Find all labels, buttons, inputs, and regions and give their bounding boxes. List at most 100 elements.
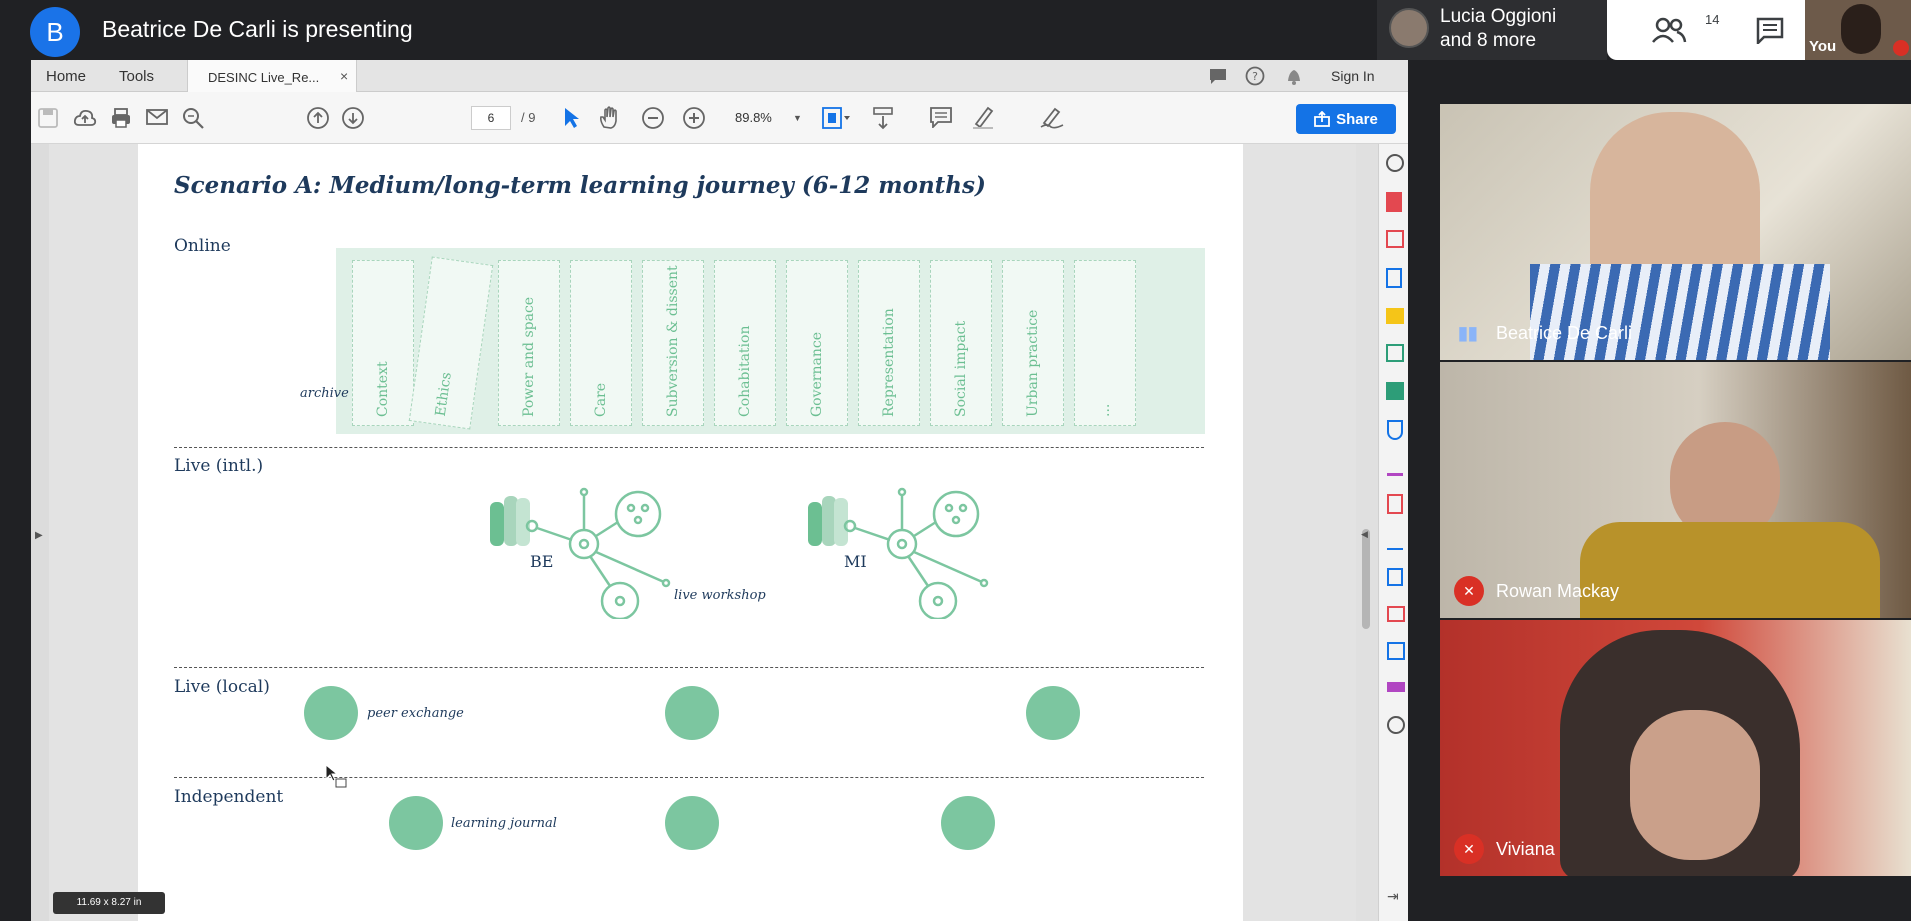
group-label-mi: MI xyxy=(844,552,867,571)
document-tab-title: DESINC Live_Re... xyxy=(208,70,320,85)
page-number-input[interactable]: 6 xyxy=(471,106,511,130)
scan-icon[interactable] xyxy=(1386,382,1404,400)
video-tile[interactable]: ✕ Rowan Mackay xyxy=(1440,362,1911,618)
more-tools-icon[interactable] xyxy=(1387,716,1405,734)
page-total: / 9 xyxy=(521,110,536,125)
menu-home[interactable]: Home xyxy=(46,68,86,85)
right-tools-pane: ⇥ xyxy=(1378,144,1408,921)
learning-journal-label: learning journal xyxy=(451,816,557,831)
row-divider xyxy=(174,447,1204,448)
zoom-value: 89.8% xyxy=(735,110,772,125)
next-page-icon[interactable] xyxy=(341,106,365,130)
participant-name: Rowan Mackay xyxy=(1496,581,1620,601)
scenario-title: Scenario A: Medium/long-term learning jo… xyxy=(174,172,986,199)
mic-off-icon: ✕ xyxy=(1454,834,1484,864)
help-icon[interactable]: ? xyxy=(1245,66,1265,86)
hand-tool-icon[interactable] xyxy=(597,105,621,131)
left-panel-toggle[interactable]: ▶ xyxy=(31,144,49,921)
self-video-tile[interactable]: You xyxy=(1805,0,1911,60)
sign-pen-icon[interactable] xyxy=(1039,105,1065,129)
module-card: ... xyxy=(1074,260,1136,426)
expand-panel-icon: ▶ xyxy=(35,530,43,541)
print-icon[interactable] xyxy=(110,107,132,129)
compare-icon[interactable] xyxy=(1387,642,1405,660)
email-icon[interactable] xyxy=(146,108,168,126)
fill-sign-icon[interactable] xyxy=(1387,458,1403,476)
comments-icon[interactable] xyxy=(1208,67,1228,85)
select-cursor-icon[interactable] xyxy=(561,106,581,130)
zoom-in-icon[interactable] xyxy=(682,106,706,130)
organize-pages-icon[interactable] xyxy=(1386,344,1404,362)
bell-icon[interactable] xyxy=(1285,66,1303,86)
scroll-mode-icon[interactable] xyxy=(871,106,895,130)
chat-icon[interactable] xyxy=(1755,16,1785,44)
pdf-page: Scenario A: Medium/long-term learning jo… xyxy=(138,144,1243,921)
share-button[interactable]: Share xyxy=(1296,104,1396,134)
comment-icon[interactable] xyxy=(929,106,953,128)
participant-face xyxy=(1630,710,1760,860)
module-label: Context xyxy=(375,361,391,417)
archive-label: archive xyxy=(300,386,349,401)
people-icon[interactable] xyxy=(1651,16,1687,44)
module-label: Social impact xyxy=(953,320,969,417)
video-tile[interactable]: ✕ Viviana xyxy=(1440,620,1911,876)
video-tile[interactable]: ▮▮ Beatrice De Carli xyxy=(1440,104,1911,360)
request-signature-icon[interactable] xyxy=(1387,532,1403,550)
learning-journal-icon xyxy=(941,796,995,850)
zoom-out-icon[interactable] xyxy=(641,106,665,130)
participant-name: Lucia Oggioni xyxy=(1440,6,1557,27)
print-production-icon[interactable] xyxy=(1387,606,1405,622)
row-label-live-local: Live (local) xyxy=(174,677,270,697)
acrobat-window: Home Tools DESINC Live_Re... × ? Sign In… xyxy=(31,60,1408,921)
comment-tool-icon[interactable] xyxy=(1386,308,1404,324)
peer-exchange-icon xyxy=(304,686,358,740)
search-icon[interactable] xyxy=(181,106,205,130)
module-card: Representation xyxy=(858,260,920,426)
live-workshop-label: live workshop xyxy=(674,588,766,603)
collapse-pane-icon[interactable]: ⇥ xyxy=(1387,888,1399,905)
svg-text:?: ? xyxy=(1252,70,1258,83)
highlight-pen-icon[interactable] xyxy=(971,105,995,129)
zoom-tool-icon[interactable] xyxy=(1386,154,1404,172)
row-label-independent: Independent xyxy=(174,787,284,807)
combine-files-icon[interactable] xyxy=(1386,230,1404,248)
edit-pdf-icon[interactable] xyxy=(1387,494,1403,514)
participants-names: Lucia Oggioni and 8 more xyxy=(1440,5,1556,53)
protect-icon[interactable] xyxy=(1387,420,1403,440)
export-pdf-icon[interactable] xyxy=(1386,268,1402,288)
module-card: Governance xyxy=(786,260,848,426)
scrollbar-thumb[interactable] xyxy=(1362,529,1370,629)
chevron-down-icon: ▼ xyxy=(793,113,802,123)
participants-chip[interactable]: Lucia Oggioni and 8 more xyxy=(1377,0,1607,60)
page-size-indicator: 11.69 x 8.27 in xyxy=(53,892,165,914)
module-label: Care xyxy=(593,382,609,417)
document-tab[interactable]: DESINC Live_Re... × xyxy=(187,60,357,92)
menu-tools[interactable]: Tools xyxy=(119,68,154,85)
create-pdf-icon[interactable] xyxy=(1386,192,1402,212)
save-icon[interactable] xyxy=(37,107,59,129)
self-video xyxy=(1841,4,1881,54)
collapse-tools-icon[interactable]: ◀ xyxy=(1361,529,1368,540)
measure-icon[interactable] xyxy=(1387,682,1405,692)
acrobat-menu-bar: Home Tools DESINC Live_Re... × ? Sign In xyxy=(31,60,1408,92)
learning-journal-icon xyxy=(389,796,443,850)
group-label-be: BE xyxy=(530,552,554,571)
module-card: Ethics xyxy=(408,256,494,430)
module-label: ... xyxy=(1097,403,1113,417)
close-tab-icon[interactable]: × xyxy=(340,68,348,84)
module-card: Power and space xyxy=(498,260,560,426)
module-card: Social impact xyxy=(930,260,992,426)
vertical-scrollbar[interactable]: ◀ xyxy=(1356,144,1378,921)
upload-cloud-icon[interactable] xyxy=(73,107,97,129)
sign-in-link[interactable]: Sign In xyxy=(1331,68,1375,84)
document-viewport[interactable]: Scenario A: Medium/long-term learning jo… xyxy=(49,144,1374,921)
fit-page-icon[interactable] xyxy=(821,106,851,130)
zoom-level-select[interactable]: 89.8% ▼ xyxy=(735,106,825,130)
module-label: Representation xyxy=(881,308,897,417)
peer-exchange-label: peer exchange xyxy=(367,706,464,721)
send-share-icon[interactable] xyxy=(1387,568,1403,586)
module-label: Power and space xyxy=(521,296,537,417)
presenter-avatar: B xyxy=(30,7,80,57)
previous-page-icon[interactable] xyxy=(306,106,330,130)
row-label-live-intl: Live (intl.) xyxy=(174,456,264,476)
